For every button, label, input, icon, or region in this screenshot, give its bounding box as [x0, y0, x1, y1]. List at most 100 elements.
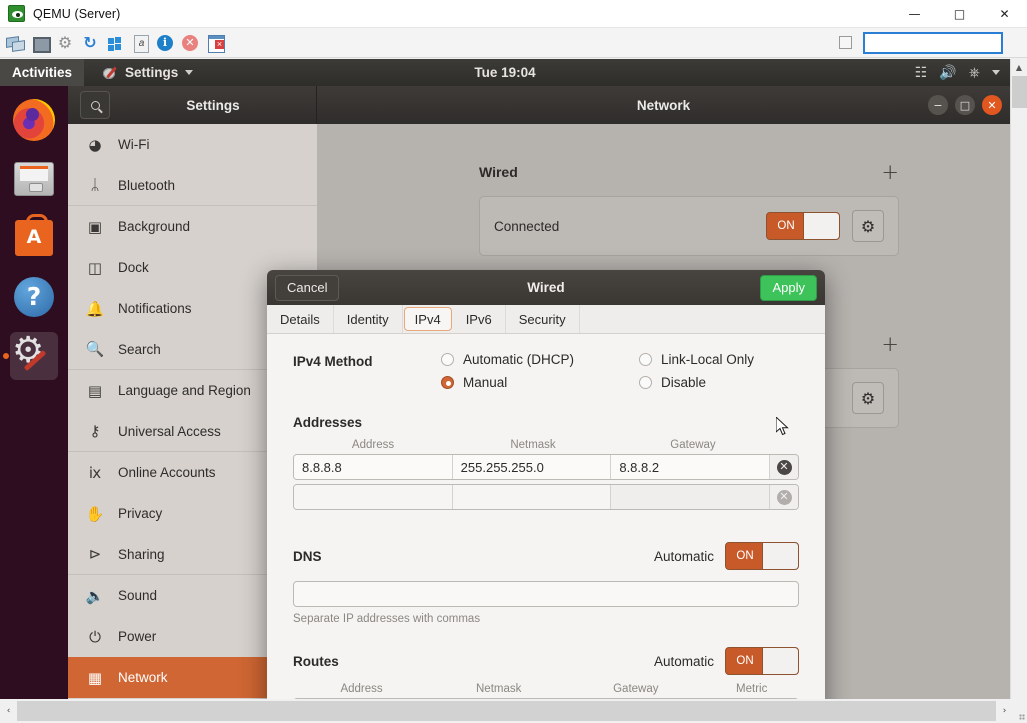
- dialog-title: Wired: [267, 280, 825, 295]
- toolbar-checkbox[interactable]: [839, 36, 852, 49]
- privacy-hand-icon: ✋: [86, 505, 104, 523]
- routes-heading: Routes: [293, 654, 339, 669]
- dock-item-files[interactable]: [10, 155, 58, 203]
- plus-icon[interactable]: +: [881, 160, 899, 184]
- language-icon: ▤: [86, 382, 104, 400]
- sidebar-item-label: Bluetooth: [118, 178, 175, 193]
- info-icon: i: [157, 35, 173, 51]
- tab-security[interactable]: Security: [506, 305, 580, 333]
- column-header-route-address: Address: [293, 683, 430, 695]
- radio-automatic-dhcp[interactable]: Automatic (DHCP): [441, 352, 639, 367]
- system-tray[interactable]: ☷ 🔊 ⎈: [915, 65, 1000, 81]
- refresh-icon[interactable]: ↻: [79, 32, 101, 54]
- tab-ipv4[interactable]: IPv4: [404, 307, 452, 331]
- radio-disable[interactable]: Disable: [639, 375, 799, 390]
- fullscreen-icon[interactable]: [29, 32, 51, 54]
- column-header-gateway: Gateway: [613, 439, 773, 451]
- settings-close-button[interactable]: ✕: [982, 95, 1002, 115]
- sidebar-item-background[interactable]: ▣ Background: [68, 206, 317, 247]
- keyboard-indicator-icon: ☷: [915, 65, 928, 81]
- close-button[interactable]: ✕: [982, 0, 1027, 28]
- cancel-button[interactable]: Cancel: [275, 275, 339, 301]
- sharing-icon: ⊳: [86, 545, 104, 563]
- app-menu-button[interactable]: Settings: [84, 65, 193, 81]
- settings-minimize-button[interactable]: −: [928, 95, 948, 115]
- scroll-right-button[interactable]: ›: [996, 700, 1013, 722]
- sidebar-item-label: Background: [118, 219, 190, 234]
- dock-item-settings[interactable]: [10, 332, 58, 380]
- dock-item-firefox[interactable]: [10, 96, 58, 144]
- info-icon-wrap[interactable]: i: [154, 32, 176, 54]
- document-icon[interactable]: [129, 32, 151, 54]
- routes-column-headers: Address Netmask Gateway Metric: [293, 683, 799, 698]
- sidebar-item-wifi[interactable]: ◕ Wi-Fi: [68, 124, 317, 165]
- tray-chevron-down-icon: [992, 70, 1000, 75]
- delete-address-row-1-button[interactable]: ✕: [770, 455, 798, 479]
- close-window-icon[interactable]: [204, 32, 226, 54]
- sidebar-item-label: Notifications: [118, 301, 192, 316]
- settings-gear-icon[interactable]: ⚙: [54, 32, 76, 54]
- wired-settings-dialog: Cancel Wired Apply Details Identity IPv4…: [267, 270, 825, 699]
- gateway-input-1[interactable]: 8.8.8.2: [611, 455, 770, 479]
- radio-link-local-only[interactable]: Link-Local Only: [639, 352, 799, 367]
- horizontal-scrollbar[interactable]: ‹ ›: [0, 699, 1027, 723]
- activities-button[interactable]: Activities: [0, 59, 84, 86]
- vertical-scrollbar-thumb[interactable]: [1012, 76, 1027, 108]
- connection-toggle[interactable]: ON: [766, 212, 840, 240]
- maximize-button[interactable]: □: [937, 0, 982, 28]
- dns-automatic-toggle[interactable]: ON: [725, 542, 799, 570]
- horizontal-scrollbar-thumb[interactable]: [17, 701, 996, 721]
- radio-label: Manual: [463, 375, 507, 390]
- chevron-down-icon: [185, 70, 193, 75]
- address-input-2[interactable]: [294, 485, 453, 509]
- scroll-up-button[interactable]: ▲: [1011, 59, 1027, 76]
- scroll-left-button[interactable]: ‹: [0, 700, 17, 722]
- routes-heading-row: Routes Automatic ON: [293, 647, 799, 675]
- settings-sidebar-header: Settings: [68, 86, 317, 124]
- dns-servers-input[interactable]: [293, 581, 799, 607]
- sidebar-item-label: Dock: [118, 260, 149, 275]
- vertical-scrollbar[interactable]: ▲: [1010, 59, 1027, 699]
- ubuntu-dock: ?: [0, 86, 68, 699]
- windows-logo-icon[interactable]: [104, 32, 126, 54]
- sidebar-item-bluetooth[interactable]: ᛦ Bluetooth: [68, 165, 317, 206]
- wifi-icon: ◕: [86, 136, 104, 154]
- radio-button: [441, 376, 454, 389]
- netmask-input-1[interactable]: 255.255.255.0: [453, 455, 612, 479]
- network-icon: ▦: [86, 669, 104, 687]
- settings-maximize-button[interactable]: □: [955, 95, 975, 115]
- ipv4-method-section: IPv4 Method Automatic (DHCP) Link-Local …: [293, 352, 799, 390]
- dialog-header: Cancel Wired Apply: [267, 270, 825, 305]
- settings-panel-header: Network − □ ✕: [317, 86, 1010, 124]
- qemu-window-title: QEMU (Server): [33, 7, 120, 21]
- toolbar-text-input[interactable]: [863, 32, 1003, 54]
- radio-label: Disable: [661, 375, 706, 390]
- tab-details[interactable]: Details: [267, 305, 334, 333]
- power-icon: ⎈: [969, 65, 980, 81]
- resize-grip[interactable]: [1013, 700, 1027, 722]
- cancel-icon-wrap[interactable]: ✕: [179, 32, 201, 54]
- sound-icon: 🔈: [86, 587, 104, 605]
- address-input-1[interactable]: 8.8.8.8: [294, 455, 453, 479]
- dock-item-help[interactable]: ?: [10, 273, 58, 321]
- wired-heading-row: Wired +: [479, 160, 899, 184]
- multi-screen-icon[interactable]: [4, 32, 26, 54]
- wired-connection-card: Connected ON ⚙: [479, 196, 899, 256]
- plus-icon-2[interactable]: +: [881, 332, 899, 356]
- connection-settings-gear-icon[interactable]: ⚙: [852, 210, 884, 242]
- minimize-button[interactable]: —: [892, 0, 937, 28]
- dock-item-ubuntu-software[interactable]: [10, 214, 58, 262]
- radio-manual[interactable]: Manual: [441, 375, 639, 390]
- connection-settings-gear-icon-2[interactable]: ⚙: [852, 382, 884, 414]
- tab-identity[interactable]: Identity: [334, 305, 403, 333]
- connection-controls: ON ⚙: [766, 210, 884, 242]
- routes-automatic-toggle[interactable]: ON: [725, 647, 799, 675]
- dock-icon: ◫: [86, 259, 104, 277]
- dns-section: DNS Automatic ON Separate IP addresses w…: [293, 542, 799, 625]
- apply-button[interactable]: Apply: [760, 275, 817, 301]
- tab-ipv6[interactable]: IPv6: [453, 305, 506, 333]
- gateway-input-2[interactable]: [611, 485, 770, 509]
- netmask-input-2[interactable]: [453, 485, 612, 509]
- delete-address-row-2-button[interactable]: ✕: [770, 485, 798, 509]
- search-button[interactable]: [80, 91, 110, 119]
